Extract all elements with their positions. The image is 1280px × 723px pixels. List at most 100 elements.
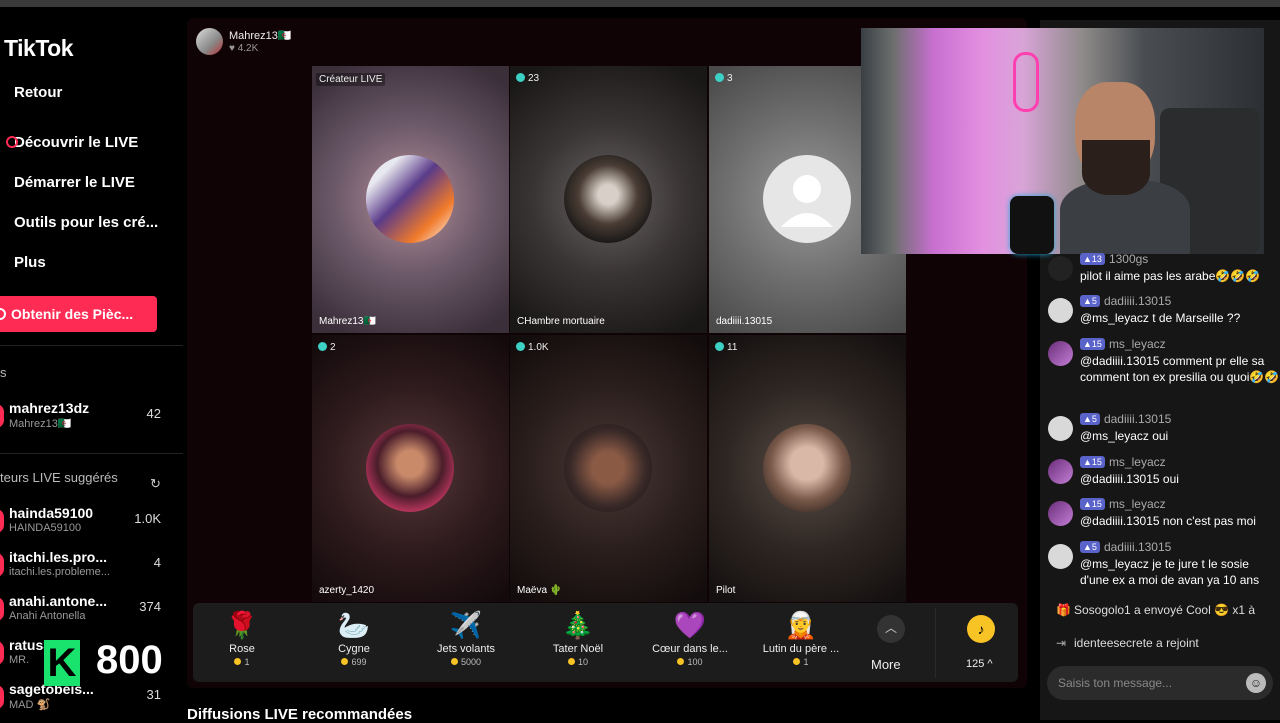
gift-name: Jets volants: [436, 643, 496, 655]
join-event: ⇥ identeesecrete a rejoint: [1056, 636, 1199, 650]
viewer-icon: [516, 342, 525, 351]
host-likes: ♥ 4.2K: [229, 43, 259, 54]
level-badge: ▲15: [1080, 498, 1105, 510]
nav-creator-tools[interactable]: Outils pour les cré...: [14, 214, 158, 231]
streamer-beard: [1082, 140, 1150, 195]
level-badge: ▲5: [1080, 541, 1100, 553]
viewer-count: 374: [139, 599, 161, 614]
avatar: [763, 424, 851, 512]
level-value: 15: [1091, 339, 1102, 349]
viewer-count: 1.0K: [134, 511, 161, 526]
tiktok-coin-icon[interactable]: ♪: [967, 615, 995, 643]
avatar: [0, 641, 4, 665]
level-badge: ▲5: [1080, 413, 1100, 425]
chat-input-box: ☺: [1047, 666, 1273, 700]
gift-heart-hands[interactable]: 💜 Cœur dans le... 100: [640, 607, 740, 667]
gift-tater-noel[interactable]: 🎄 Tater Noël 10: [528, 607, 628, 667]
gift-price: 699: [304, 657, 404, 667]
level-badge: ▲15: [1080, 456, 1105, 468]
suggested-section-title: teurs LIVE suggérés: [0, 470, 118, 485]
gift-name: Rose: [229, 643, 255, 655]
viewer-icon: [318, 342, 327, 351]
heart-icon: 💜: [673, 610, 707, 640]
gift-swan[interactable]: 🦢 Cygne 699: [304, 607, 404, 667]
level-value: 13: [1091, 254, 1102, 264]
gift-price: 1: [192, 657, 292, 667]
avatar: [1048, 544, 1073, 569]
chat-text: @ms_leyacz je te jure t le sosie d'une e…: [1080, 557, 1260, 587]
viewer-count-tag: 1.0K: [516, 342, 549, 353]
level-value: 5: [1091, 296, 1097, 306]
viewer-icon: [715, 73, 724, 82]
avatar: [366, 424, 454, 512]
guest-tile[interactable]: 11 Pilot: [709, 335, 906, 602]
viewer-count: 4: [153, 555, 161, 570]
default-avatar: [763, 155, 851, 243]
viewer-count-tag: 3: [715, 73, 733, 84]
following-account[interactable]: mahrez13dz Mahrez13🇩🇿 42: [0, 400, 169, 430]
gift-rose[interactable]: 🌹 Rose 1: [192, 607, 292, 667]
tiktok-logo[interactable]: TikTok: [4, 35, 74, 62]
get-coins-button[interactable]: Obtenir des Pièc...: [0, 296, 157, 332]
coin-icon: [341, 658, 349, 665]
gift-name: Cœur dans le...: [652, 643, 728, 655]
avatar: [0, 404, 4, 428]
suggested-account[interactable]: hainda59100 HAINDA59100 1.0K: [0, 505, 169, 534]
guest-tile[interactable]: 1.0K Maëva 🌵: [510, 335, 707, 602]
nav-more[interactable]: Plus: [14, 254, 46, 271]
creator-live-tag: Créateur LIVE: [316, 73, 386, 86]
chevron-up-icon[interactable]: ︿: [877, 615, 905, 643]
account-name: sagetobeis...: [9, 681, 94, 697]
nav-back[interactable]: Retour: [14, 84, 62, 101]
level-badge: ▲5: [1080, 295, 1100, 307]
avatar: [564, 424, 652, 512]
stream-overlay-counter: 800: [96, 638, 163, 682]
gift-elf[interactable]: 🧝 Lutin du père ... 1: [751, 607, 851, 667]
chat-message-input[interactable]: [1058, 674, 1238, 692]
viewer-count: 1.0K: [528, 342, 549, 353]
gift-jets[interactable]: ✈️ Jets volants 5000: [416, 607, 516, 667]
coin-icon: [567, 658, 575, 665]
sidebar-divider: [0, 453, 183, 454]
get-coins-label: Obtenir des Pièc...: [11, 306, 134, 322]
gift-price: 100: [640, 657, 740, 667]
account-subname: MAD 🐒: [9, 699, 51, 711]
username: dadiiii.13015: [1103, 294, 1172, 308]
viewer-icon: [516, 73, 525, 82]
event-text: identeesecrete a rejoint: [1074, 636, 1199, 650]
guest-tile[interactable]: Créateur LIVE Mahrez13🇩🇿: [312, 66, 509, 333]
avatar: [1048, 459, 1073, 484]
refresh-icon[interactable]: ↻: [150, 476, 161, 492]
guest-tile[interactable]: 23 CHambre mortuaire: [510, 66, 707, 333]
more-gifts-button[interactable]: More: [871, 657, 901, 672]
gift-event: 🎁 Sosogolo1 a envoyé Cool 😎 x1 à: [1056, 603, 1255, 617]
emoji-icon[interactable]: ☺: [1246, 673, 1266, 693]
nav-start-live[interactable]: Démarrer le LIVE: [14, 174, 135, 191]
stream-overlay-logo: K: [44, 640, 80, 686]
guest-name: Mahrez13🇩🇿: [319, 316, 376, 327]
rose-icon: 🌹: [225, 610, 259, 640]
person-icon: [781, 175, 833, 227]
host-name: Mahrez13🇩🇿: [229, 30, 292, 42]
browser-top-strip: [0, 0, 1280, 7]
viewer-count: 11: [727, 342, 738, 353]
account-subname: itachi.les.probleme...: [9, 566, 110, 578]
viewer-count: 3: [727, 73, 733, 84]
coin-balance[interactable]: 125 ^: [966, 658, 993, 670]
chat-username: ▲15 ms_leyacz: [1080, 337, 1166, 351]
guest-name: CHambre mortuaire: [517, 316, 605, 327]
avatar: [1048, 501, 1073, 526]
guest-name: azerty_1420: [319, 585, 375, 596]
nav-discover-live[interactable]: Découvrir le LIVE: [6, 134, 138, 151]
viewer-count: 23: [528, 73, 540, 84]
account-name: itachi.les.pro...: [9, 549, 108, 565]
suggested-account[interactable]: anahi.antone... Anahi Antonella 374: [0, 593, 169, 622]
sidebar-divider: [0, 345, 183, 346]
username: dadiiii.13015: [1103, 540, 1172, 554]
coin-icon: [677, 658, 685, 665]
suggested-account[interactable]: itachi.les.pro... itachi.les.probleme...…: [0, 549, 169, 578]
suggested-account[interactable]: sagetobeis... MAD 🐒 31: [0, 681, 169, 711]
account-name: mahrez13dz: [9, 400, 90, 416]
guest-tile[interactable]: 2 azerty_1420: [312, 335, 509, 602]
avatar: [0, 685, 4, 709]
